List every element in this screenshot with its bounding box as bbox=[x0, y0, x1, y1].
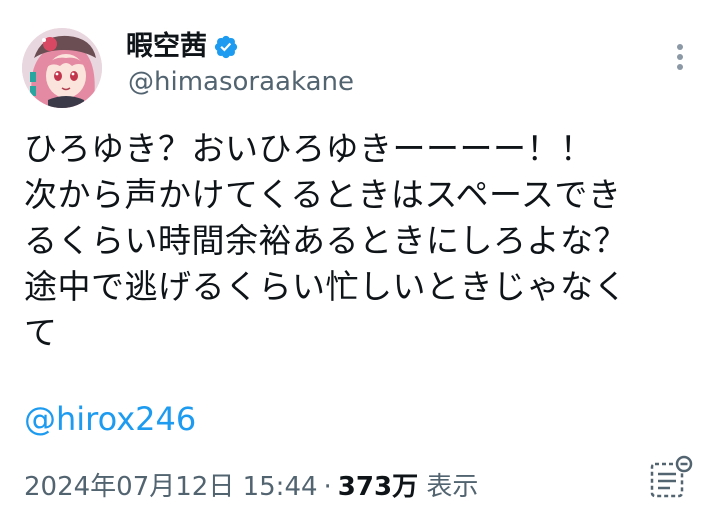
tweet-text: ひろゆき？おいひろゆきーーーー！！ 次から声かけてくるときはスペースでき るくら… bbox=[24, 126, 704, 356]
analytics-icon[interactable] bbox=[646, 452, 696, 502]
meta-separator: · bbox=[323, 472, 332, 502]
more-dot bbox=[677, 54, 683, 60]
tweet-card: 暇空茜 @himasoraakane ひろゆき？おいひろゆきーーーー！！ 次から… bbox=[0, 0, 720, 525]
views-count: 373万 bbox=[337, 472, 419, 502]
tweet-text-line: て bbox=[24, 313, 58, 352]
more-dot bbox=[677, 64, 683, 70]
tweet-text-line: るくらい時間余裕あるときにしろよな？ bbox=[24, 221, 627, 260]
tweet-text-line: 次から声かけてくるときはスペースでき bbox=[24, 175, 622, 214]
tweet-text-line: ひろゆき？おいひろゆきーーーー！！ bbox=[24, 129, 594, 168]
author-display-name[interactable]: 暇空茜 bbox=[126, 31, 207, 63]
avatar-image bbox=[22, 28, 102, 108]
more-dot bbox=[677, 44, 683, 50]
verified-badge-icon bbox=[213, 34, 239, 60]
avatar[interactable] bbox=[22, 28, 102, 108]
views-label: 表示 bbox=[426, 472, 479, 502]
tweet-text-line: 途中で逃げるくらい忙しいときじゃなく bbox=[24, 267, 627, 306]
tweet-meta: 2024年07月12日 15:44 · 373万 表示 bbox=[24, 470, 478, 504]
timestamp[interactable]: 2024年07月12日 15:44 bbox=[24, 472, 318, 502]
mention-link[interactable]: @hirox246 bbox=[24, 397, 196, 441]
author-name-row: 暇空茜 bbox=[126, 31, 239, 63]
more-dots-icon[interactable] bbox=[668, 40, 692, 74]
author-handle[interactable]: @himasoraakane bbox=[128, 66, 354, 98]
